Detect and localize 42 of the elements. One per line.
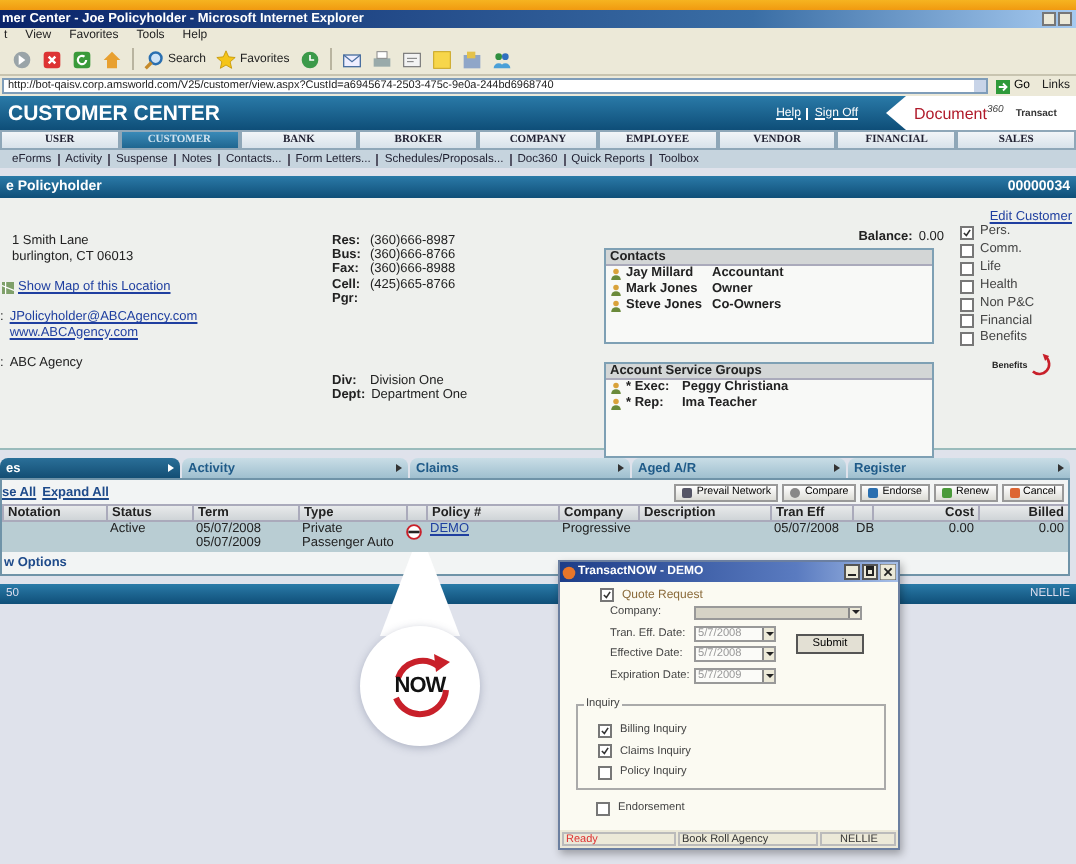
checkbox[interactable]: [598, 744, 612, 759]
app-title: CUSTOMER CENTER: [8, 101, 222, 125]
maximize-button[interactable]: [862, 564, 878, 580]
history-icon[interactable]: [299, 49, 320, 69]
people-icon[interactable]: [491, 49, 512, 69]
checkbox[interactable]: [598, 723, 612, 738]
caret-icon: [618, 464, 624, 472]
stop-icon[interactable]: [42, 49, 62, 69]
close-icon[interactable]: [880, 564, 896, 580]
checkbox[interactable]: [960, 279, 974, 294]
print-icon[interactable]: [371, 49, 392, 69]
checkbox[interactable]: [960, 225, 974, 240]
map-icon: [2, 281, 14, 293]
person-icon: [610, 268, 622, 280]
person-icon: [610, 284, 622, 296]
checkbox[interactable]: [960, 314, 974, 329]
checkbox[interactable]: [960, 332, 974, 347]
search-icon: [144, 49, 164, 69]
refresh-icon[interactable]: [72, 49, 92, 69]
edit-icon[interactable]: [401, 49, 422, 69]
document-logo: Document$^{360}$: [914, 103, 1004, 123]
caret-icon: [1058, 464, 1064, 472]
forward-icon[interactable]: [12, 49, 32, 69]
checkbox[interactable]: [960, 261, 974, 276]
company-dropdown[interactable]: [694, 605, 862, 620]
minimize-button[interactable]: [844, 564, 860, 580]
star-icon: [216, 49, 237, 69]
checkbox[interactable]: [960, 297, 974, 312]
caret-icon: [396, 464, 402, 472]
person-icon: [610, 398, 622, 410]
person-icon: [610, 382, 622, 394]
checkbox[interactable]: [596, 801, 610, 816]
app-icon: [562, 565, 576, 579]
person-icon: [610, 300, 622, 312]
caret-icon: [168, 464, 174, 472]
caret-icon: [834, 464, 840, 472]
transact-icon[interactable]: [406, 524, 422, 540]
checkbox[interactable]: [600, 588, 614, 602]
mail-icon[interactable]: [341, 49, 362, 69]
checkbox[interactable]: [960, 243, 974, 258]
checkbox[interactable]: [598, 765, 612, 780]
callout-beam: [380, 552, 460, 636]
